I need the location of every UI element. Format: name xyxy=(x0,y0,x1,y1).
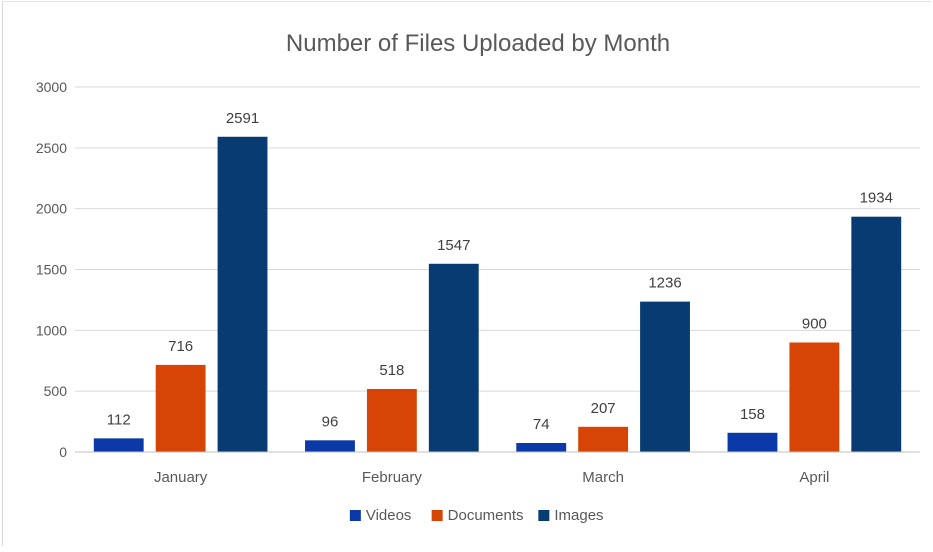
data-label: 1547 xyxy=(437,237,470,254)
data-label: 1934 xyxy=(860,190,893,207)
legend-label-documents: Documents xyxy=(448,507,524,524)
bar-videos-march xyxy=(516,442,567,452)
data-label: 716 xyxy=(168,338,193,355)
chart-frame: Number of Files Uploaded by Month 0 500 10… xyxy=(2,1,931,546)
y-axis: 0 500 1000 1500 2000 2500 3000 xyxy=(36,79,67,460)
bar-documents-march xyxy=(578,426,629,452)
bar-images-march xyxy=(640,301,690,452)
bar-images-february xyxy=(428,263,479,452)
y-tick-label: 3000 xyxy=(36,79,67,95)
data-label: 96 xyxy=(322,413,339,430)
bar-videos-february xyxy=(305,440,355,452)
y-tick-label: 1500 xyxy=(36,262,67,278)
x-tick-label: March xyxy=(582,469,624,486)
bar-images-january xyxy=(217,136,268,453)
legend: Videos Documents Images xyxy=(349,507,604,524)
bar-videos-april xyxy=(727,432,778,452)
data-label: 158 xyxy=(740,406,765,423)
data-label: 74 xyxy=(533,416,550,433)
data-label: 900 xyxy=(802,316,827,333)
legend-label-images: Images xyxy=(554,507,603,524)
legend-swatch-images xyxy=(538,510,550,521)
legend-swatch-documents xyxy=(431,510,443,521)
y-tick-label: 2000 xyxy=(36,201,67,217)
data-label: 207 xyxy=(591,400,616,417)
x-axis: January February March April xyxy=(75,451,920,486)
y-tick-label: 0 xyxy=(59,444,67,460)
bar-documents-february xyxy=(366,388,417,452)
x-tick-label: February xyxy=(362,469,423,486)
data-label: 518 xyxy=(379,362,404,379)
bar-images-april xyxy=(851,216,902,452)
y-tick-label: 1000 xyxy=(36,322,67,338)
bar-videos-january xyxy=(93,438,144,452)
y-tick-label: 2500 xyxy=(36,140,67,156)
x-tick-label: January xyxy=(154,469,208,486)
data-label: 2591 xyxy=(226,110,259,127)
bar-documents-april xyxy=(789,342,840,452)
bars xyxy=(93,136,902,453)
data-label: 1236 xyxy=(648,275,681,292)
y-tick-label: 500 xyxy=(44,383,68,399)
x-tick-label: April xyxy=(799,469,829,486)
chart-title: Number of Files Uploaded by Month xyxy=(286,30,670,57)
bar-documents-january xyxy=(155,364,206,452)
bar-chart: Number of Files Uploaded by Month 0 500 10… xyxy=(36,30,920,524)
legend-label-videos: Videos xyxy=(366,507,412,524)
legend-swatch-videos xyxy=(349,510,361,521)
data-label: 112 xyxy=(107,411,131,428)
